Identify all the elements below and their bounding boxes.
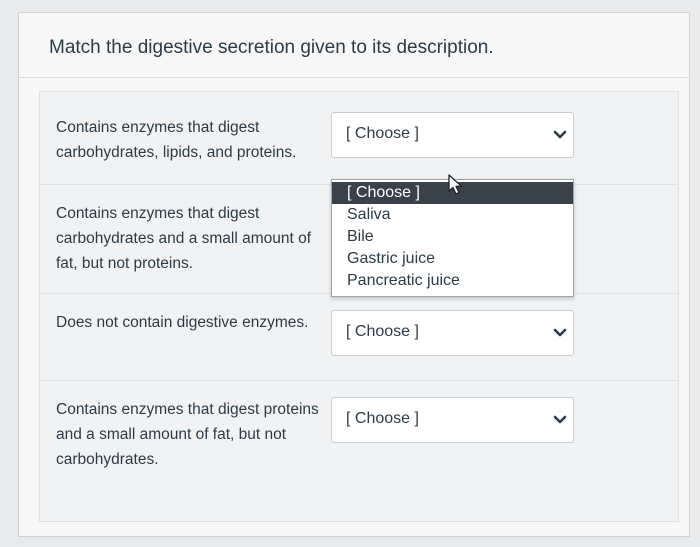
- dropdown-option-bile[interactable]: Bile: [332, 226, 573, 248]
- quiz-question-card: Match the digestive secretion given to i…: [18, 12, 690, 537]
- row-1-answer-select[interactable]: [ Choose ]: [331, 112, 574, 158]
- matching-area: Contains enzymes that digest carbohydrat…: [39, 91, 679, 522]
- row-1-description: Contains enzymes that digest carbohydrat…: [56, 119, 297, 161]
- dropdown-option-saliva[interactable]: Saliva: [332, 204, 573, 226]
- row-2-description: Contains enzymes that digest carbohydrat…: [56, 205, 312, 272]
- row-4-description: Contains enzymes that digest proteins an…: [56, 401, 319, 468]
- row-4-selected-value: [ Choose ]: [346, 410, 419, 427]
- chevron-down-icon: [553, 328, 567, 337]
- row-3-selected-value: [ Choose ]: [346, 323, 419, 340]
- chevron-down-icon: [553, 415, 567, 424]
- row-divider: [40, 380, 678, 381]
- answer-dropdown-list: [ Choose ] Saliva Bile Gastric juice Pan…: [331, 179, 574, 297]
- row-3-answer-select[interactable]: [ Choose ]: [331, 310, 574, 356]
- dropdown-option-pancreatic-juice[interactable]: Pancreatic juice: [332, 270, 573, 292]
- row-3-description: Does not contain digestive enzymes.: [56, 314, 309, 331]
- question-title: Match the digestive secretion given to i…: [49, 37, 494, 58]
- row-1-selected-value: [ Choose ]: [346, 125, 419, 142]
- title-divider: [19, 77, 689, 78]
- chevron-down-icon: [553, 130, 567, 139]
- dropdown-option-gastric-juice[interactable]: Gastric juice: [332, 248, 573, 270]
- mouse-pointer-icon: [448, 174, 463, 195]
- row-4-answer-select[interactable]: [ Choose ]: [331, 397, 574, 443]
